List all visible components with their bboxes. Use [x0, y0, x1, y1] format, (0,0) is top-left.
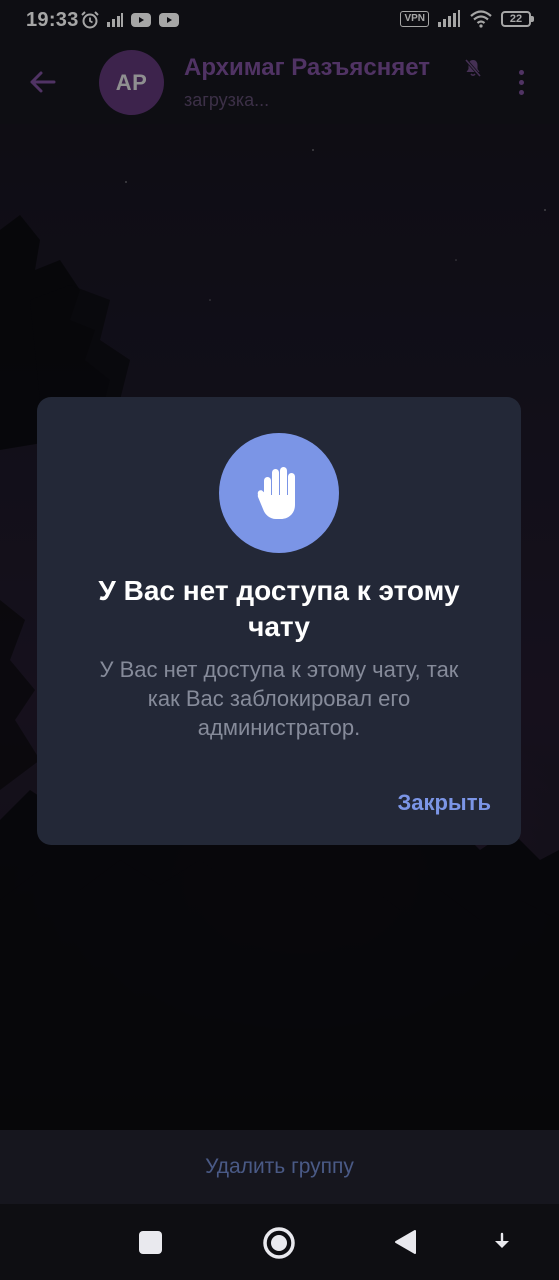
system-nav-bar: [0, 1204, 559, 1280]
delete-group-button[interactable]: Удалить группу: [205, 1155, 354, 1179]
dialog-title: У Вас нет доступа к этому чату: [98, 575, 460, 642]
back-triangle-button[interactable]: [393, 1228, 419, 1256]
home-button[interactable]: [262, 1226, 296, 1260]
screen: 19:33 VPN 22 AP Архимаг Разъясняет загру…: [0, 0, 559, 1280]
close-button[interactable]: Закрыть: [397, 790, 491, 816]
recent-apps-button[interactable]: [139, 1231, 162, 1254]
raised-hand-icon: [257, 467, 295, 519]
access-denied-dialog: У Вас нет доступа к этому чату У Вас нет…: [37, 397, 521, 845]
bottom-action-bar: Удалить группу: [0, 1130, 559, 1204]
hide-nav-button[interactable]: [492, 1232, 512, 1252]
dialog-icon-badge: [219, 433, 339, 553]
dialog-message: У Вас нет доступа к этому чату, так как …: [99, 657, 459, 740]
